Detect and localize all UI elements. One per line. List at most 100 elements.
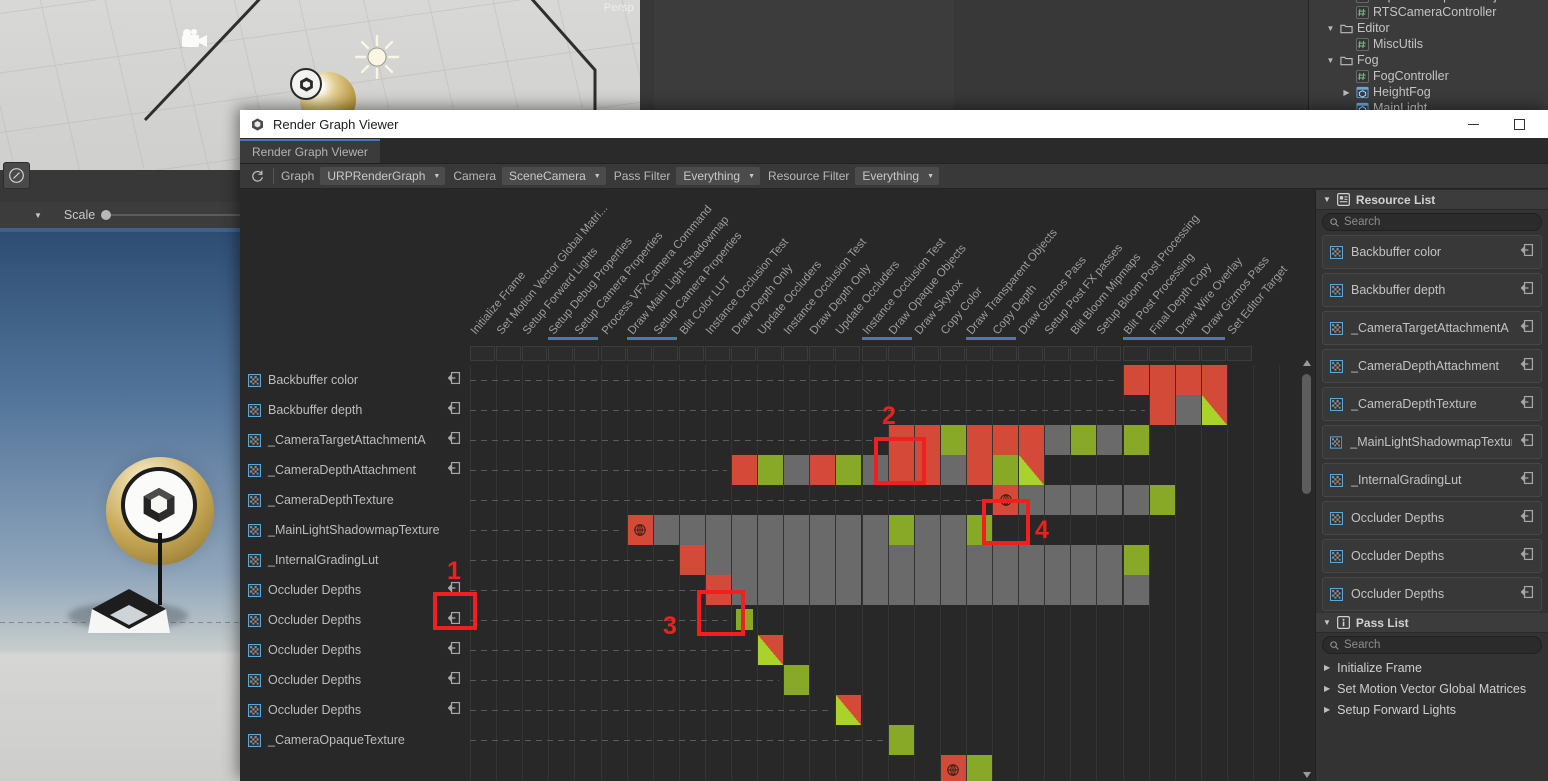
resource-list-item[interactable]: Backbuffer depth [1322,273,1542,307]
pass-header-cell[interactable] [652,346,678,361]
pass-header-cell[interactable] [965,346,991,361]
resource-list-item[interactable]: Occluder Depths [1322,501,1542,535]
resource-usage-cell[interactable] [705,545,731,575]
resource-usage-cell[interactable] [758,515,784,545]
resource-usage-cell[interactable] [784,455,810,485]
resource-usage-cell[interactable] [679,515,705,545]
resource-usage-cell[interactable] [810,455,836,485]
resource-usage-cell[interactable] [1045,575,1071,605]
import-resource-button[interactable] [1520,433,1534,452]
scrollbar-thumb[interactable] [1302,374,1311,494]
project-tree-row[interactable]: MiscUtils [1309,36,1548,52]
import-resource-button[interactable] [1520,547,1534,566]
resource-usage-cell[interactable] [1123,425,1149,455]
expand-triangle-icon[interactable]: ▶ [1324,705,1330,714]
graph-matrix[interactable]: Initialize Frame Set Motion Vector Global… [240,190,1315,781]
resource-usage-cell[interactable] [1019,575,1045,605]
pass-header-cell[interactable] [1018,346,1044,361]
resource-row[interactable]: _CameraOpaqueTexture [240,725,470,755]
resource-list-items[interactable]: Backbuffer color Backbuffer depth _Camer… [1316,235,1548,611]
fold-triangle-icon[interactable]: ▼ [1325,56,1336,65]
project-tree-row[interactable]: ▼ Editor [1309,20,1548,36]
resource-usage-cell[interactable] [836,545,862,575]
scroll-down-icon[interactable] [1303,772,1311,778]
resource-usage-cell[interactable] [1045,545,1071,575]
project-tree-row[interactable]: ▶ HeightFog [1309,84,1548,100]
resource-usage-cell[interactable] [732,515,758,545]
resource-usage-cell[interactable] [914,575,940,605]
fold-triangle-icon[interactable]: ▼ [1323,195,1331,204]
resource-usage-cell[interactable] [1201,365,1227,395]
pass-filter-dropdown[interactable]: Everything ▼ [676,167,761,185]
resource-usage-cell[interactable] [888,725,914,755]
resource-usage-cell[interactable] [679,545,705,575]
graph-dropdown[interactable]: URPRenderGraph ▼ [320,167,446,185]
resource-list-header[interactable]: ▼ Resource List [1316,190,1548,210]
imported-resource-icon[interactable] [447,641,461,655]
refresh-button[interactable] [246,167,268,186]
resource-usage-cell[interactable] [862,545,888,575]
resource-list-item[interactable]: Backbuffer color [1322,235,1542,269]
imported-resource-icon[interactable] [447,371,461,385]
pass-header-cell[interactable] [704,346,730,361]
resource-list-item[interactable]: _CameraDepthAttachment [1322,349,1542,383]
resource-row-labels[interactable]: Backbuffer color Backbuffer depth _Camer… [240,190,470,781]
resource-usage-cell[interactable] [1149,395,1175,425]
resource-usage-cell[interactable] [627,515,653,545]
imported-resource-icon[interactable] [1520,433,1534,447]
resource-usage-cell[interactable] [940,425,966,455]
resource-usage-cell[interactable] [836,695,862,725]
project-tree-row[interactable]: FogController [1309,68,1548,84]
pass-header-cell[interactable] [809,346,835,361]
resource-usage-cell[interactable] [940,545,966,575]
tab-render-graph-viewer[interactable]: Render Graph Viewer [240,139,380,163]
resource-row[interactable]: Occluder Depths [240,665,470,695]
minimize-button[interactable] [1450,110,1496,138]
scroll-up-icon[interactable] [1303,360,1311,366]
resource-usage-cell[interactable] [810,515,836,545]
pass-header-cell[interactable] [1044,346,1070,361]
imported-resource-icon[interactable] [1520,585,1534,599]
resource-usage-cell[interactable] [758,545,784,575]
resource-row[interactable]: Occluder Depths [240,635,470,665]
imported-resource-icon[interactable] [447,671,461,685]
resource-row[interactable]: Occluder Depths [240,695,470,725]
resource-usage-cell[interactable] [914,515,940,545]
expand-triangle-icon[interactable]: ▶ [1324,663,1330,672]
resource-row[interactable]: _CameraTargetAttachmentA [240,425,470,455]
import-resource-button[interactable] [1520,357,1534,376]
resource-usage-cell[interactable] [1149,365,1175,395]
resource-search-input[interactable]: Search [1322,213,1542,231]
resource-usage-cell[interactable] [1019,455,1045,485]
project-tree-row[interactable]: ▼ Fog [1309,52,1548,68]
resource-usage-cell[interactable] [1071,545,1097,575]
pass-header-cell[interactable] [1174,346,1200,361]
project-tree-row[interactable]: RTSCameraController [1309,4,1548,20]
imported-resource-icon[interactable] [447,701,461,715]
imported-resource-icon[interactable] [1520,547,1534,561]
pass-header-cell[interactable] [1148,346,1174,361]
resource-usage-cell[interactable] [758,455,784,485]
import-resource-button[interactable] [447,371,461,390]
import-resource-button[interactable] [1520,281,1534,300]
resource-usage-cell[interactable] [1019,545,1045,575]
import-resource-button[interactable] [447,431,461,450]
pass-header-cell[interactable] [522,346,548,361]
pass-header-cell[interactable] [548,346,574,361]
resource-usage-cell[interactable] [1149,485,1175,515]
pass-header-cell[interactable] [1096,346,1122,361]
resource-usage-cell[interactable] [1123,365,1149,395]
pass-header-cell[interactable] [861,346,887,361]
scene-orientation-button[interactable] [3,162,30,189]
resource-usage-cell[interactable] [732,455,758,485]
resource-usage-cell[interactable] [1097,425,1123,455]
resource-usage-cell[interactable] [966,755,992,781]
pass-header-cell[interactable] [835,346,861,361]
imported-resource-icon[interactable] [447,401,461,415]
resource-usage-cell[interactable] [862,515,888,545]
resource-usage-cell[interactable] [966,455,992,485]
resource-usage-cell[interactable] [993,425,1019,455]
resource-usage-cell[interactable] [732,545,758,575]
scale-slider[interactable] [101,210,240,220]
resource-usage-cell[interactable] [810,545,836,575]
